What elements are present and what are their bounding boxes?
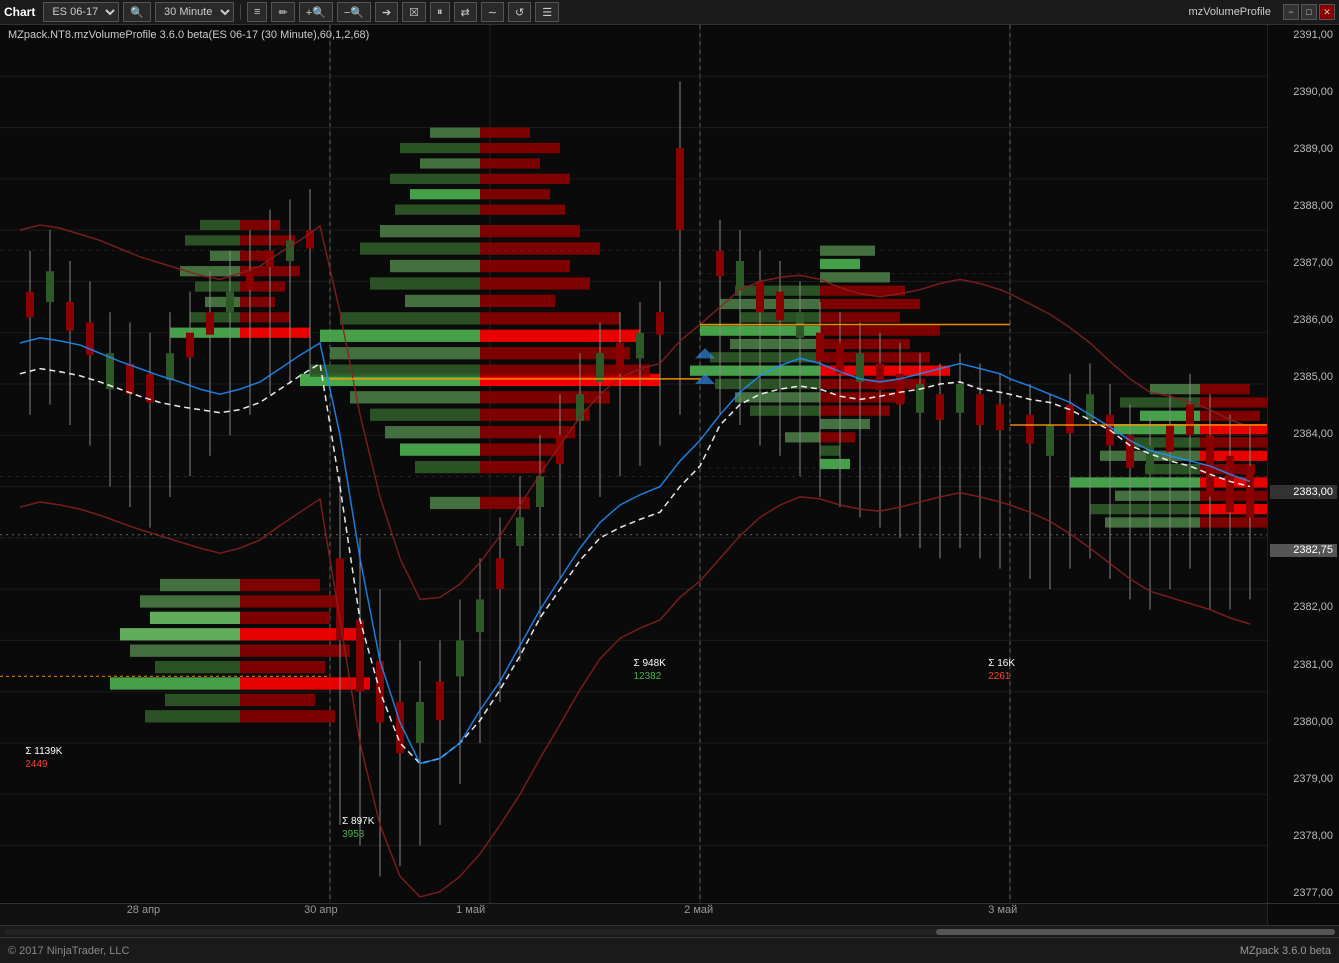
date-2may: 2 май xyxy=(684,904,713,916)
chart-scrollbar[interactable] xyxy=(0,925,1339,937)
price-current: 2382,75 xyxy=(1270,544,1337,556)
date-28apr: 28 апр xyxy=(127,904,160,916)
copyright-text: © 2017 NinjaTrader, LLC xyxy=(8,945,129,957)
refresh-icon[interactable]: ↺ xyxy=(508,2,531,22)
stat2-volume: Σ 897K xyxy=(342,815,374,828)
zoom-out-icon[interactable]: −🔍 xyxy=(337,2,371,22)
price-axis: 2391,00 2390,00 2389,00 2388,00 2387,00 … xyxy=(1267,25,1339,903)
search-icon[interactable]: 🔍 xyxy=(123,2,151,22)
price-2380: 2380,00 xyxy=(1270,716,1337,728)
price-2387: 2387,00 xyxy=(1270,257,1337,269)
window-title: mzVolumeProfile xyxy=(1188,6,1271,18)
pencil-icon[interactable]: ✏ xyxy=(271,2,294,22)
wave-icon[interactable]: ∼ xyxy=(481,2,504,22)
window-controls: − □ ✕ xyxy=(1283,4,1335,20)
version-text: MZpack 3.6.0 beta xyxy=(1240,945,1331,957)
chart-wrapper: MZpack.NT8.mzVolumeProfile 3.6.0 beta(ES… xyxy=(0,25,1339,903)
price-2391: 2391,00 xyxy=(1270,29,1337,41)
play-pause-icon[interactable]: ⏸ xyxy=(430,2,450,22)
price-2390: 2390,00 xyxy=(1270,86,1337,98)
price-2377: 2377,00 xyxy=(1270,887,1337,899)
stat-session1: Σ 1139K 2449 xyxy=(25,745,62,771)
menu-icon[interactable]: ☰ xyxy=(535,2,559,22)
stat4-value: 2261 xyxy=(988,670,1015,683)
separator-1 xyxy=(240,4,241,20)
zoom-in-icon[interactable]: +🔍 xyxy=(299,2,333,22)
price-axis-spacer xyxy=(1267,904,1339,925)
stat4-volume: Σ 16K xyxy=(988,657,1015,670)
stat1-value: 2449 xyxy=(25,758,62,771)
stat-session3: Σ 948K 12382 xyxy=(634,657,666,683)
titlebar: Chart ES 06-17 🔍 30 Minute ≡ ✏ +🔍 −🔍 ➔ ☒… xyxy=(0,0,1339,25)
price-2382: 2382,00 xyxy=(1270,601,1337,613)
bar-chart-icon[interactable]: ≡ xyxy=(247,2,267,22)
price-2379: 2379,00 xyxy=(1270,773,1337,785)
date-30apr: 30 апр xyxy=(304,904,337,916)
chart-main[interactable]: MZpack.NT8.mzVolumeProfile 3.6.0 beta(ES… xyxy=(0,25,1267,903)
properties-icon[interactable]: ☒ xyxy=(402,2,426,22)
price-2383: 2383,00 xyxy=(1270,485,1337,499)
price-2388: 2388,00 xyxy=(1270,200,1337,212)
stat1-volume: Σ 1139K xyxy=(25,745,62,758)
stat3-value: 12382 xyxy=(634,670,666,683)
stat-session4: Σ 16K 2261 xyxy=(988,657,1015,683)
price-2384: 2384,00 xyxy=(1270,428,1337,440)
timeframe-selector[interactable]: 30 Minute xyxy=(155,2,234,22)
date-1may: 1 май xyxy=(456,904,485,916)
price-2389: 2389,00 xyxy=(1270,143,1337,155)
date-axis: 28 апр 30 апр 1 май 2 май 3 май xyxy=(0,903,1339,925)
stat2-value: 3953 xyxy=(342,828,374,841)
app-title: Chart xyxy=(4,5,35,19)
close-button[interactable]: ✕ xyxy=(1319,4,1335,20)
arrow-icon[interactable]: ➔ xyxy=(375,2,398,22)
chart-canvas xyxy=(0,25,1267,903)
price-2378: 2378,00 xyxy=(1270,830,1337,842)
stat3-volume: Σ 948K xyxy=(634,657,666,670)
indicator-label: MZpack.NT8.mzVolumeProfile 3.6.0 beta(ES… xyxy=(8,29,369,41)
arrows-icon[interactable]: ⇄ xyxy=(454,2,477,22)
price-2385: 2385,00 xyxy=(1270,371,1337,383)
instrument-selector[interactable]: ES 06-17 xyxy=(43,2,119,22)
date-labels: 28 апр 30 апр 1 май 2 май 3 май xyxy=(0,904,1267,925)
date-3may: 3 май xyxy=(988,904,1017,916)
stat-session2: Σ 897K 3953 xyxy=(342,815,374,841)
footer: © 2017 NinjaTrader, LLC MZpack 3.6.0 bet… xyxy=(0,937,1339,963)
minimize-button[interactable]: − xyxy=(1283,4,1299,20)
price-2381: 2381,00 xyxy=(1270,659,1337,671)
price-2386: 2386,00 xyxy=(1270,314,1337,326)
maximize-button[interactable]: □ xyxy=(1301,4,1317,20)
